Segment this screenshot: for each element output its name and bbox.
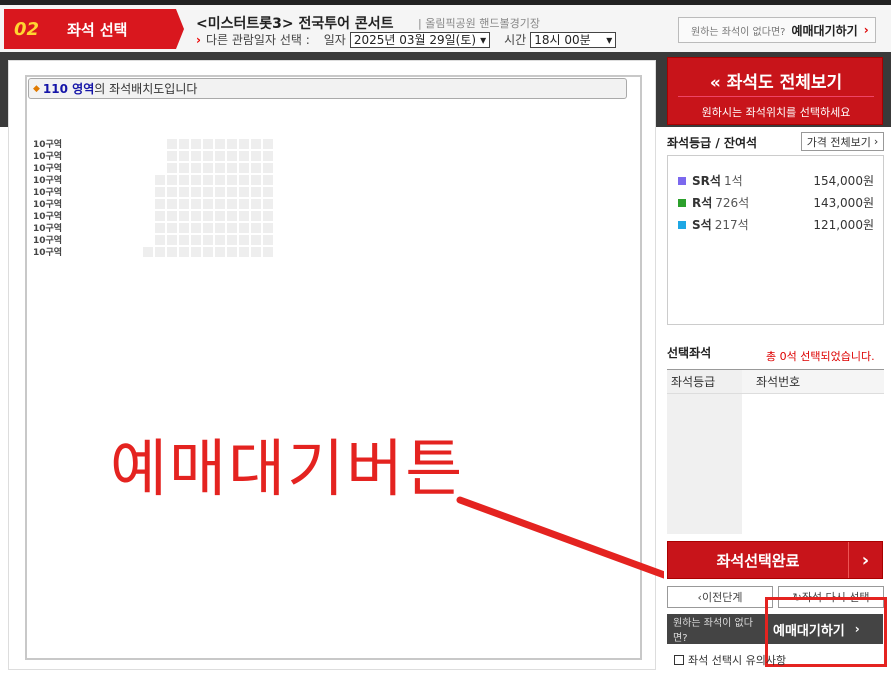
grade-list: SR석 1석 154,000원 R석 726석 143,000원 S석 217석… bbox=[667, 155, 884, 325]
chevron-right-icon: › bbox=[848, 542, 882, 578]
col-grade: 좌석등급 bbox=[667, 370, 742, 393]
grade-count: 1석 bbox=[723, 174, 743, 188]
full-view-title: « 좌석도 전체보기 bbox=[668, 68, 884, 93]
full-view-button[interactable]: « 좌석도 전체보기 원하시는 좌석위치를 선택하세요 bbox=[667, 57, 883, 125]
grade-name: SR석 bbox=[692, 174, 721, 188]
grade-price: 143,000원 bbox=[813, 196, 874, 210]
prev-step-button[interactable]: ‹ 이전단계 bbox=[667, 586, 773, 608]
price-all-label: 가격 전체보기 bbox=[806, 135, 871, 149]
grade-color-swatch bbox=[678, 220, 686, 229]
chevron-right-icon: › bbox=[873, 135, 879, 148]
grade-color-swatch bbox=[678, 176, 686, 185]
grade-count: 726석 bbox=[715, 196, 750, 210]
grade-name: R석 bbox=[692, 196, 713, 210]
divider bbox=[678, 96, 874, 97]
complete-selection-button[interactable]: 좌석선택완료 › bbox=[667, 541, 883, 579]
double-chevron-left-icon: « bbox=[709, 73, 721, 93]
grade-row[interactable]: S석 217석 121,000원 bbox=[678, 216, 878, 233]
selected-heading: 선택좌석 bbox=[667, 346, 712, 360]
grade-heading: 좌석등급 / 잔여석 bbox=[667, 136, 758, 150]
grade-row[interactable]: SR석 1석 154,000원 bbox=[678, 172, 878, 189]
selected-table-header: 좌석등급 좌석번호 bbox=[667, 370, 884, 394]
grade-name: S석 bbox=[692, 218, 712, 232]
grade-row[interactable]: R석 726석 143,000원 bbox=[678, 194, 878, 211]
price-all-button[interactable]: 가격 전체보기 › bbox=[801, 132, 884, 151]
grade-count: 217석 bbox=[714, 218, 749, 232]
selected-table-body bbox=[667, 394, 742, 534]
col-seat: 좌석번호 bbox=[756, 375, 801, 389]
complete-selection-label: 좌석선택완료 bbox=[716, 551, 800, 570]
full-view-subtitle: 원하시는 좌석위치를 선택하세요 bbox=[701, 106, 851, 119]
full-view-title-text: 좌석도 전체보기 bbox=[726, 73, 843, 93]
selected-table: 좌석등급 좌석번호 bbox=[667, 369, 884, 535]
seat-notice[interactable]: 좌석 선택시 유의사항 bbox=[674, 652, 786, 668]
sidebar: « 좌석도 전체보기 원하시는 좌석위치를 선택하세요 좌석등급 / 잔여석 가… bbox=[664, 52, 891, 679]
prev-step-label: 이전단계 bbox=[701, 591, 743, 604]
selected-count: 총 0석 선택되었습니다. bbox=[766, 350, 875, 363]
seat-notice-label: 좌석 선택시 유의사항 bbox=[688, 654, 787, 667]
waitlist-hint: 원하는 좌석이 없다면? bbox=[673, 618, 753, 644]
grade-color-swatch bbox=[678, 198, 686, 207]
grade-price: 121,000원 bbox=[813, 218, 874, 232]
grade-price: 154,000원 bbox=[813, 174, 874, 188]
checkbox-icon[interactable] bbox=[674, 655, 684, 665]
